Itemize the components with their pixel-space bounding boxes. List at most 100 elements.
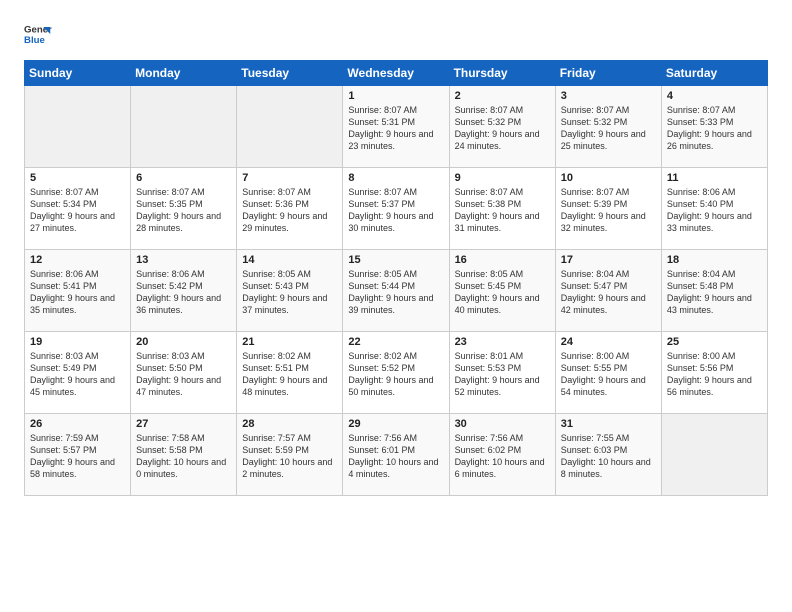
cell-content: Sunrise: 8:06 AMSunset: 5:42 PMDaylight:… <box>136 268 231 317</box>
day-cell-18: 18 Sunrise: 8:04 AMSunset: 5:48 PMDayligh… <box>661 250 767 332</box>
cell-content: Sunrise: 8:07 AMSunset: 5:38 PMDaylight:… <box>455 186 550 235</box>
cell-content: Sunrise: 8:05 AMSunset: 5:45 PMDaylight:… <box>455 268 550 317</box>
day-cell-14: 14 Sunrise: 8:05 AMSunset: 5:43 PMDayligh… <box>237 250 343 332</box>
day-number: 27 <box>136 418 231 430</box>
cell-content: Sunrise: 8:03 AMSunset: 5:50 PMDaylight:… <box>136 350 231 399</box>
col-header-monday: Monday <box>131 61 237 86</box>
day-cell-28: 28Sunrise: 7:57 AMSunset: 5:59 PMDayligh… <box>237 414 343 496</box>
day-cell-22: 22Sunrise: 8:02 AMSunset: 5:52 PMDayligh… <box>343 332 449 414</box>
header: General Blue <box>24 20 768 48</box>
day-number: 25 <box>667 336 762 348</box>
day-number: 9 <box>455 172 550 184</box>
day-number: 7 <box>242 172 337 184</box>
cell-content: Sunrise: 8:02 AMSunset: 5:51 PMDaylight:… <box>242 350 337 399</box>
col-header-friday: Friday <box>555 61 661 86</box>
day-cell-15: 15Sunrise: 8:05 AMSunset: 5:44 PMDayligh… <box>343 250 449 332</box>
cell-content: Sunrise: 8:07 AMSunset: 5:39 PMDaylight:… <box>561 186 656 235</box>
day-number: 24 <box>561 336 656 348</box>
cell-content: Sunrise: 8:03 AMSunset: 5:49 PMDaylight:… <box>30 350 125 399</box>
day-number: 26 <box>30 418 125 430</box>
cell-content: Sunrise: 8:00 AMSunset: 5:55 PMDaylight:… <box>561 350 656 399</box>
day-cell-20: 20 Sunrise: 8:03 AMSunset: 5:50 PMDayligh… <box>131 332 237 414</box>
day-cell-23: 23 Sunrise: 8:01 AMSunset: 5:53 PMDayligh… <box>449 332 555 414</box>
col-header-thursday: Thursday <box>449 61 555 86</box>
calendar-week-1: 1 Sunrise: 8:07 AMSunset: 5:31 PMDaylight… <box>25 86 768 168</box>
day-number: 1 <box>348 90 443 102</box>
calendar-week-3: 12 Sunrise: 8:06 AMSunset: 5:41 PMDayligh… <box>25 250 768 332</box>
cell-content: Sunrise: 8:05 AMSunset: 5:44 PMDaylight:… <box>348 268 443 317</box>
day-number: 5 <box>30 172 125 184</box>
day-number: 29 <box>348 418 443 430</box>
col-header-wednesday: Wednesday <box>343 61 449 86</box>
cell-content: Sunrise: 8:06 AMSunset: 5:41 PMDaylight:… <box>30 268 125 317</box>
day-number: 10 <box>561 172 656 184</box>
day-number: 6 <box>136 172 231 184</box>
day-number: 19 <box>30 336 125 348</box>
cell-content: Sunrise: 8:07 AMSunset: 5:36 PMDaylight:… <box>242 186 337 235</box>
cell-content: Sunrise: 8:01 AMSunset: 5:53 PMDaylight:… <box>455 350 550 399</box>
day-cell-21: 21 Sunrise: 8:02 AMSunset: 5:51 PMDayligh… <box>237 332 343 414</box>
col-header-sunday: Sunday <box>25 61 131 86</box>
day-number: 8 <box>348 172 443 184</box>
day-number: 23 <box>455 336 550 348</box>
day-cell-24: 24 Sunrise: 8:00 AMSunset: 5:55 PMDayligh… <box>555 332 661 414</box>
calendar-week-4: 19 Sunrise: 8:03 AMSunset: 5:49 PMDayligh… <box>25 332 768 414</box>
day-cell-11: 11 Sunrise: 8:06 AMSunset: 5:40 PMDayligh… <box>661 168 767 250</box>
cell-content: Sunrise: 7:56 AMSunset: 6:01 PMDaylight:… <box>348 432 443 481</box>
empty-cell <box>131 86 237 168</box>
calendar-week-2: 5 Sunrise: 8:07 AMSunset: 5:34 PMDaylight… <box>25 168 768 250</box>
day-number: 18 <box>667 254 762 266</box>
day-number: 21 <box>242 336 337 348</box>
day-cell-19: 19 Sunrise: 8:03 AMSunset: 5:49 PMDayligh… <box>25 332 131 414</box>
day-cell-5: 5 Sunrise: 8:07 AMSunset: 5:34 PMDaylight… <box>25 168 131 250</box>
day-number: 20 <box>136 336 231 348</box>
cell-content: Sunrise: 7:59 AMSunset: 5:57 PMDaylight:… <box>30 432 125 481</box>
day-number: 13 <box>136 254 231 266</box>
day-number: 11 <box>667 172 762 184</box>
cell-content: Sunrise: 7:58 AMSunset: 5:58 PMDaylight:… <box>136 432 231 481</box>
cell-content: Sunrise: 7:56 AMSunset: 6:02 PMDaylight:… <box>455 432 550 481</box>
day-cell-31: 31Sunrise: 7:55 AMSunset: 6:03 PMDayligh… <box>555 414 661 496</box>
day-number: 16 <box>455 254 550 266</box>
cell-content: Sunrise: 8:04 AMSunset: 5:47 PMDaylight:… <box>561 268 656 317</box>
cell-content: Sunrise: 8:07 AMSunset: 5:32 PMDaylight:… <box>561 104 656 153</box>
day-cell-12: 12 Sunrise: 8:06 AMSunset: 5:41 PMDayligh… <box>25 250 131 332</box>
cell-content: Sunrise: 8:07 AMSunset: 5:33 PMDaylight:… <box>667 104 762 153</box>
empty-cell <box>237 86 343 168</box>
day-number: 14 <box>242 254 337 266</box>
day-number: 28 <box>242 418 337 430</box>
cell-content: Sunrise: 8:02 AMSunset: 5:52 PMDaylight:… <box>348 350 443 399</box>
day-cell-3: 3 Sunrise: 8:07 AMSunset: 5:32 PMDaylight… <box>555 86 661 168</box>
cell-content: Sunrise: 8:00 AMSunset: 5:56 PMDaylight:… <box>667 350 762 399</box>
cell-content: Sunrise: 8:07 AMSunset: 5:37 PMDaylight:… <box>348 186 443 235</box>
calendar-header-row: SundayMondayTuesdayWednesdayThursdayFrid… <box>25 61 768 86</box>
day-cell-10: 10 Sunrise: 8:07 AMSunset: 5:39 PMDayligh… <box>555 168 661 250</box>
day-number: 4 <box>667 90 762 102</box>
day-number: 31 <box>561 418 656 430</box>
page: General Blue SundayMondayTuesdayWednesda… <box>0 0 792 612</box>
day-cell-16: 16 Sunrise: 8:05 AMSunset: 5:45 PMDayligh… <box>449 250 555 332</box>
svg-text:Blue: Blue <box>24 35 45 46</box>
logo-icon: General Blue <box>24 20 52 48</box>
day-number: 17 <box>561 254 656 266</box>
day-cell-26: 26 Sunrise: 7:59 AMSunset: 5:57 PMDayligh… <box>25 414 131 496</box>
cell-content: Sunrise: 8:05 AMSunset: 5:43 PMDaylight:… <box>242 268 337 317</box>
day-cell-25: 25 Sunrise: 8:00 AMSunset: 5:56 PMDayligh… <box>661 332 767 414</box>
cell-content: Sunrise: 8:04 AMSunset: 5:48 PMDaylight:… <box>667 268 762 317</box>
empty-cell <box>25 86 131 168</box>
day-cell-6: 6 Sunrise: 8:07 AMSunset: 5:35 PMDaylight… <box>131 168 237 250</box>
day-number: 12 <box>30 254 125 266</box>
cell-content: Sunrise: 8:07 AMSunset: 5:31 PMDaylight:… <box>348 104 443 153</box>
day-cell-1: 1 Sunrise: 8:07 AMSunset: 5:31 PMDaylight… <box>343 86 449 168</box>
day-number: 2 <box>455 90 550 102</box>
cell-content: Sunrise: 8:07 AMSunset: 5:35 PMDaylight:… <box>136 186 231 235</box>
calendar: SundayMondayTuesdayWednesdayThursdayFrid… <box>24 60 768 496</box>
day-cell-7: 7 Sunrise: 8:07 AMSunset: 5:36 PMDaylight… <box>237 168 343 250</box>
day-cell-29: 29 Sunrise: 7:56 AMSunset: 6:01 PMDayligh… <box>343 414 449 496</box>
day-cell-9: 9 Sunrise: 8:07 AMSunset: 5:38 PMDaylight… <box>449 168 555 250</box>
cell-content: Sunrise: 8:07 AMSunset: 5:34 PMDaylight:… <box>30 186 125 235</box>
day-number: 3 <box>561 90 656 102</box>
cell-content: Sunrise: 8:07 AMSunset: 5:32 PMDaylight:… <box>455 104 550 153</box>
col-header-saturday: Saturday <box>661 61 767 86</box>
cell-content: Sunrise: 8:06 AMSunset: 5:40 PMDaylight:… <box>667 186 762 235</box>
